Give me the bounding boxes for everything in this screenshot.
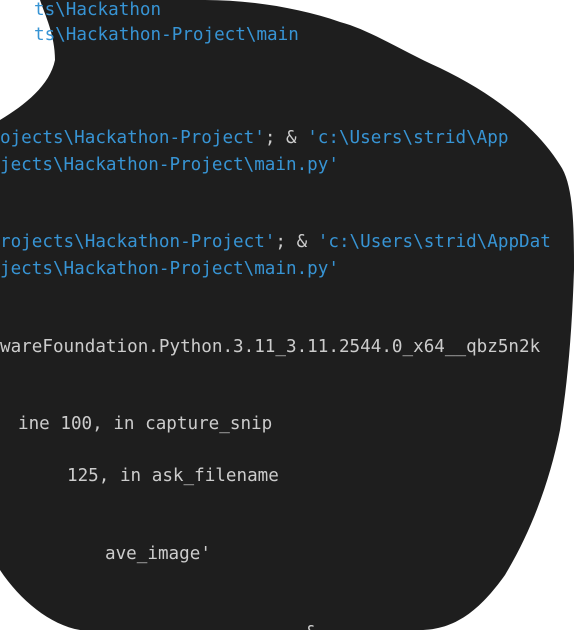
terminal-output: ts\Hackathon ts\Hackathon-Project\main oje…: [0, 0, 574, 630]
terminal-text-segment: ts\Hackathon-Project\main: [34, 25, 299, 45]
terminal-text-segment: ; &: [264, 128, 308, 148]
terminal-text-segment: 'c:\Users\strid\App: [307, 128, 509, 148]
terminal-text-segment: 125, in ask_filename: [67, 466, 279, 486]
terminal-line: rojects\Hackathon-Project'; & 'c:\Users\…: [0, 229, 551, 255]
terminal-text-segment: rojects\Hackathon-Project': [0, 232, 276, 252]
terminal-snip: ts\Hackathon ts\Hackathon-Project\main oje…: [0, 0, 574, 630]
terminal-line: ts\Hackathon: [34, 0, 161, 23]
terminal-text-segment: ; &: [275, 232, 318, 252]
terminal-line: &: [306, 620, 327, 630]
terminal-line: ojects\Hackathon-Project'; & 'c:\Users\s…: [0, 125, 508, 151]
terminal-line: jects\Hackathon-Project\main.py': [0, 256, 339, 282]
terminal-text-segment: jects\Hackathon-Project\main.py': [0, 155, 339, 175]
terminal-line: wareFoundation.Python.3.11_3.11.2544.0_x…: [0, 334, 540, 360]
terminal-text-segment: wareFoundation.Python.3.11_3.11.2544.0_x…: [0, 337, 541, 357]
terminal-text-segment: ave_image': [105, 544, 211, 564]
terminal-line: 125, in ask_filename: [67, 463, 279, 489]
terminal-line: ine 100, in capture_snip: [18, 411, 272, 437]
terminal-text-segment: 'c:\Users\strid\AppDat: [317, 232, 551, 252]
terminal-text-segment: ojects\Hackathon-Project': [0, 128, 265, 148]
terminal-line: ts\Hackathon-Project\main: [34, 22, 299, 48]
terminal-line: jects\Hackathon-Project\main.py': [0, 152, 339, 178]
terminal-text-segment: ts\Hackathon: [34, 0, 162, 20]
terminal-line: ave_image': [105, 541, 211, 567]
terminal-text-segment: jects\Hackathon-Project\main.py': [0, 259, 339, 279]
terminal-text-segment: &: [306, 623, 327, 630]
terminal-text-segment: ine 100, in capture_snip: [18, 414, 273, 434]
